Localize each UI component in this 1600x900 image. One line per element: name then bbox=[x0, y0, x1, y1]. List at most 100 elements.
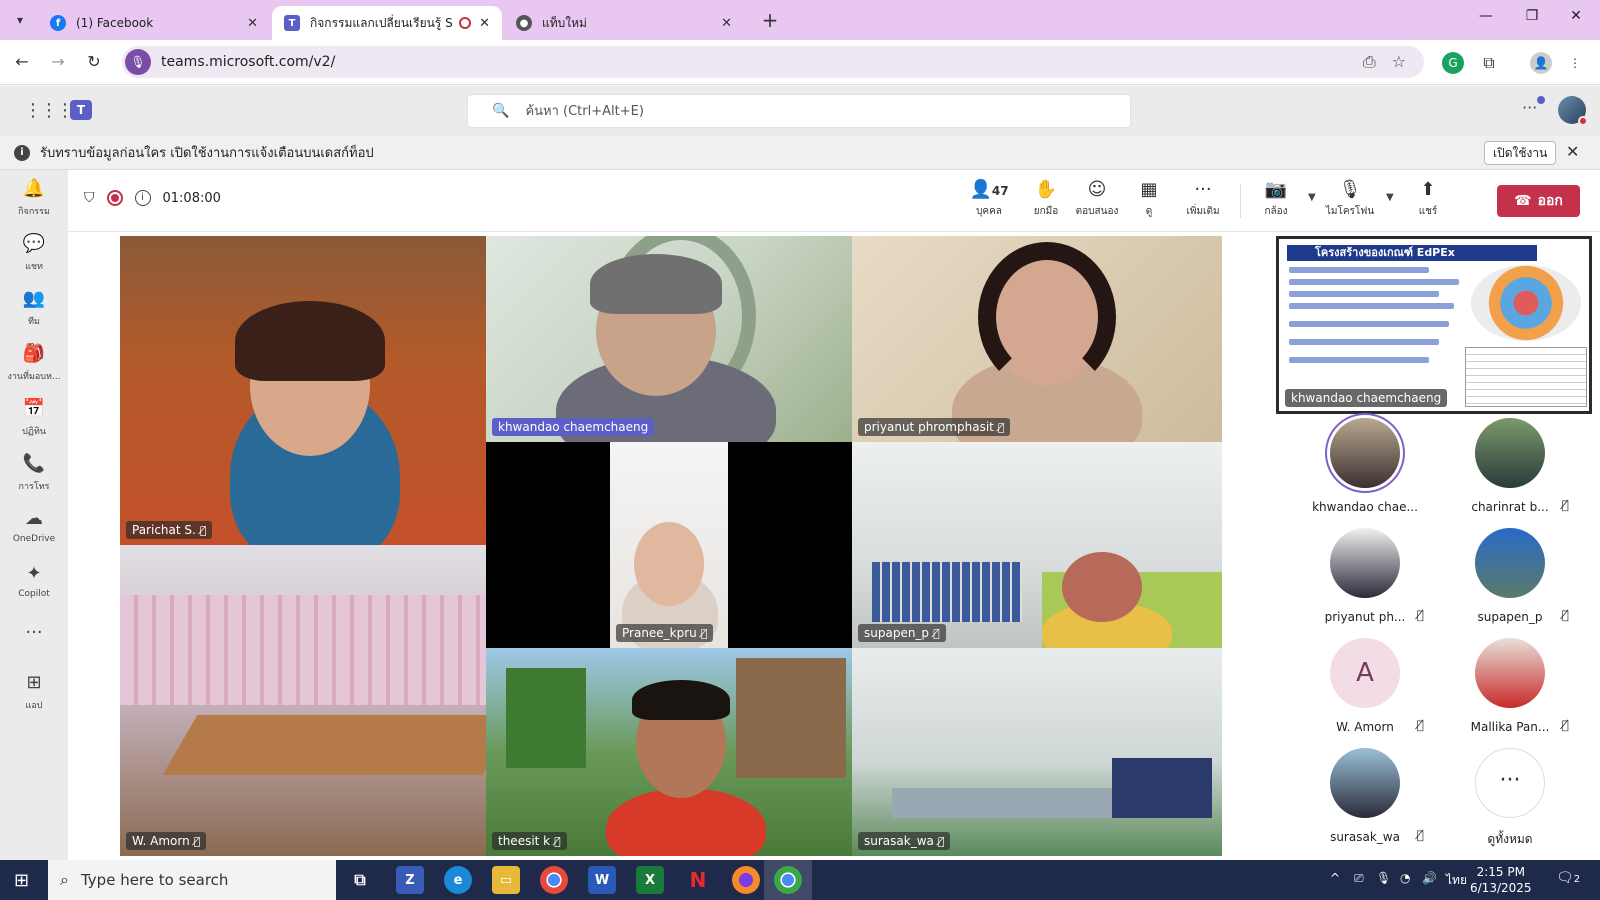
volume-icon[interactable]: 🔊 bbox=[1422, 871, 1437, 885]
browser-menu-icon[interactable]: ⋮ bbox=[1564, 52, 1586, 74]
search-icon: 🔍 bbox=[492, 103, 510, 119]
more-button[interactable]: ··· เพิ่มเติม bbox=[1180, 178, 1226, 219]
meet-now-icon[interactable]: ⎚ bbox=[1354, 871, 1364, 886]
video-tile[interactable]: W. Amorn 🎙̸ bbox=[120, 545, 486, 856]
roster-participant[interactable]: supapen_p 🎙̸ bbox=[1445, 528, 1575, 624]
tab-new-tab[interactable]: ● แท็บใหม่ ✕ bbox=[504, 6, 744, 40]
rail-more[interactable]: ··· bbox=[0, 622, 68, 646]
rail-apps[interactable]: ⊞ แอป bbox=[0, 672, 68, 712]
participant-hair bbox=[632, 680, 730, 720]
nitro-pdf-icon[interactable]: N bbox=[684, 866, 712, 894]
word-icon[interactable]: W bbox=[588, 866, 616, 894]
tab-facebook[interactable]: f (1) Facebook ✕ bbox=[38, 6, 270, 40]
avatar bbox=[1475, 418, 1545, 488]
extension-grammarly-icon[interactable]: G bbox=[1442, 52, 1464, 74]
avatar bbox=[1475, 638, 1545, 708]
close-banner-icon[interactable]: ✕ bbox=[1566, 142, 1579, 161]
rail-activity[interactable]: 🔔 กิจกรรม bbox=[0, 178, 68, 218]
share-button[interactable]: ⬆ แชร์ bbox=[1410, 178, 1446, 219]
minimize-icon[interactable]: — bbox=[1474, 8, 1498, 24]
address-bar[interactable]: 🎙 teams.microsoft.com/v2/ ⎙ ☆ bbox=[122, 46, 1424, 78]
rail-teams[interactable]: 👥 ทีม bbox=[0, 288, 68, 328]
roster-participant[interactable]: surasak_wa 🎙̸ bbox=[1300, 748, 1430, 844]
react-button[interactable]: ☺ ตอบสนอง bbox=[1072, 178, 1122, 219]
meeting-info-icon[interactable]: i bbox=[134, 190, 151, 206]
mic-muted-icon: 🎙̸ bbox=[1561, 718, 1569, 732]
raise-hand-button[interactable]: ✋ ยกมือ bbox=[1026, 178, 1066, 219]
camera-button[interactable]: 📷 กล้อง bbox=[1256, 178, 1296, 219]
roster-name: Mallika Pan... bbox=[1470, 720, 1550, 734]
recording-icon[interactable] bbox=[106, 190, 123, 206]
roster-participant[interactable]: Mallika Pan... 🎙̸ bbox=[1445, 638, 1575, 734]
task-view-icon[interactable]: ⧉ bbox=[346, 866, 374, 894]
rail-copilot[interactable]: ✦ Copilot bbox=[0, 563, 68, 599]
video-tile[interactable]: surasak_wa 🎙̸ bbox=[852, 648, 1222, 856]
people-count: 47 bbox=[991, 184, 1009, 198]
install-app-icon[interactable]: ⎙ bbox=[1363, 52, 1376, 72]
forward-icon[interactable]: → bbox=[46, 50, 70, 74]
video-tile[interactable]: khwandao chaemchaeng bbox=[486, 236, 852, 442]
wifi-icon[interactable]: ◔ bbox=[1400, 871, 1410, 885]
taskbar-search[interactable]: ⌕ Type here to search bbox=[48, 860, 336, 900]
more-options-icon[interactable]: ··· bbox=[1522, 98, 1537, 117]
avatar-initial: A bbox=[1330, 638, 1400, 708]
profile-avatar-icon[interactable]: 👤 bbox=[1530, 52, 1552, 74]
people-button[interactable]: 👤47 บุคคล bbox=[968, 178, 1010, 219]
system-clock[interactable]: 2:15 PM 6/13/2025 bbox=[1470, 864, 1532, 896]
restore-icon[interactable]: ❐ bbox=[1520, 8, 1544, 24]
show-hidden-icons-chevron-icon[interactable]: ^ bbox=[1330, 871, 1340, 885]
rail-onedrive[interactable]: ☁ OneDrive bbox=[0, 508, 68, 544]
edge-icon[interactable]: e bbox=[444, 866, 472, 894]
roster-participant[interactable]: priyanut ph... 🎙̸ bbox=[1300, 528, 1430, 624]
microphone-tray-icon[interactable]: 🎙 bbox=[1376, 871, 1391, 885]
firefox-icon[interactable] bbox=[732, 866, 760, 894]
close-tab-icon[interactable]: ✕ bbox=[479, 16, 490, 31]
file-explorer-icon[interactable]: ▭ bbox=[492, 866, 520, 894]
zoom-app-icon[interactable]: Z bbox=[396, 866, 424, 894]
search-input[interactable] bbox=[525, 103, 1086, 119]
mic-permission-icon[interactable]: 🎙 bbox=[125, 49, 151, 75]
video-tile[interactable]: supapen_p 🎙̸ bbox=[852, 442, 1222, 648]
reload-icon[interactable]: ↻ bbox=[82, 50, 106, 74]
roster-participant[interactable]: A W. Amorn 🎙̸ bbox=[1300, 638, 1430, 734]
new-tab-button[interactable]: + bbox=[758, 8, 782, 32]
view-all-participants-button[interactable]: ··· ดูทั้งหมด bbox=[1445, 748, 1575, 849]
roster-participant[interactable]: charinrat b... 🎙̸ bbox=[1445, 418, 1575, 514]
excel-icon[interactable]: X bbox=[636, 866, 664, 894]
tab-teams-meeting[interactable]: T กิจกรรมแลกเปลี่ยนเรียนรู้ SAR - ✕ bbox=[272, 6, 502, 40]
roster-participant[interactable]: khwandao chae... bbox=[1300, 418, 1430, 514]
notification-center-icon[interactable]: 🗨2 bbox=[1556, 870, 1580, 886]
rail-calls[interactable]: 📞 การโทร bbox=[0, 453, 68, 493]
enable-notifications-button[interactable]: เปิดใช้งาน bbox=[1484, 141, 1557, 165]
input-language[interactable]: ไทย bbox=[1446, 871, 1467, 890]
video-tile[interactable]: theesit k 🎙̸ bbox=[486, 648, 852, 856]
bookmark-star-icon[interactable]: ☆ bbox=[1392, 52, 1406, 72]
video-tile[interactable]: Pranee_kpru 🎙̸ bbox=[486, 442, 852, 648]
extensions-puzzle-icon[interactable]: ⧉ bbox=[1478, 52, 1500, 74]
teams-search[interactable]: 🔍 bbox=[467, 94, 1131, 128]
shield-icon[interactable]: ⛉ bbox=[84, 190, 95, 206]
rail-assignments[interactable]: 🎒 งานที่มอบห... bbox=[0, 343, 68, 383]
chrome-icon[interactable] bbox=[540, 866, 568, 894]
close-tab-icon[interactable]: ✕ bbox=[721, 16, 732, 31]
shared-content-panel[interactable]: โครงสร้างของเกณฑ์ EdPEx khwandao chaemch… bbox=[1276, 236, 1592, 414]
roster-name: ดูทั้งหมด bbox=[1487, 832, 1533, 846]
rail-calendar[interactable]: 📅 ปฏิทิน bbox=[0, 398, 68, 438]
video-tile[interactable]: Parichat S. 🎙̸ bbox=[120, 236, 486, 545]
chrome-active-icon[interactable] bbox=[774, 866, 802, 894]
mic-muted-icon: 🎙̸ bbox=[937, 835, 945, 848]
rail-chat[interactable]: 💬 แชท bbox=[0, 233, 68, 273]
video-tile[interactable]: priyanut phromphasit 🎙̸ bbox=[852, 236, 1222, 442]
camera-options-chevron-icon[interactable]: ▼ bbox=[1308, 192, 1316, 203]
windows-start-icon[interactable]: ⊞ bbox=[14, 870, 29, 891]
close-tab-icon[interactable]: ✕ bbox=[247, 16, 258, 31]
back-icon[interactable]: ← bbox=[10, 50, 34, 74]
mic-button[interactable]: 🎙 ไมโครโฟน bbox=[1324, 178, 1376, 219]
tab-search-chevron-icon[interactable]: ▾ bbox=[8, 8, 32, 32]
mic-options-chevron-icon[interactable]: ▼ bbox=[1386, 192, 1394, 203]
view-button[interactable]: ▦ ดู bbox=[1134, 178, 1164, 219]
close-window-icon[interactable]: ✕ bbox=[1564, 8, 1588, 24]
mic-muted-icon: 🎙̸ bbox=[199, 524, 207, 537]
app-launcher-icon[interactable]: ⋮⋮⋮ bbox=[24, 100, 74, 121]
leave-button[interactable]: ☎ ออก bbox=[1497, 185, 1580, 217]
